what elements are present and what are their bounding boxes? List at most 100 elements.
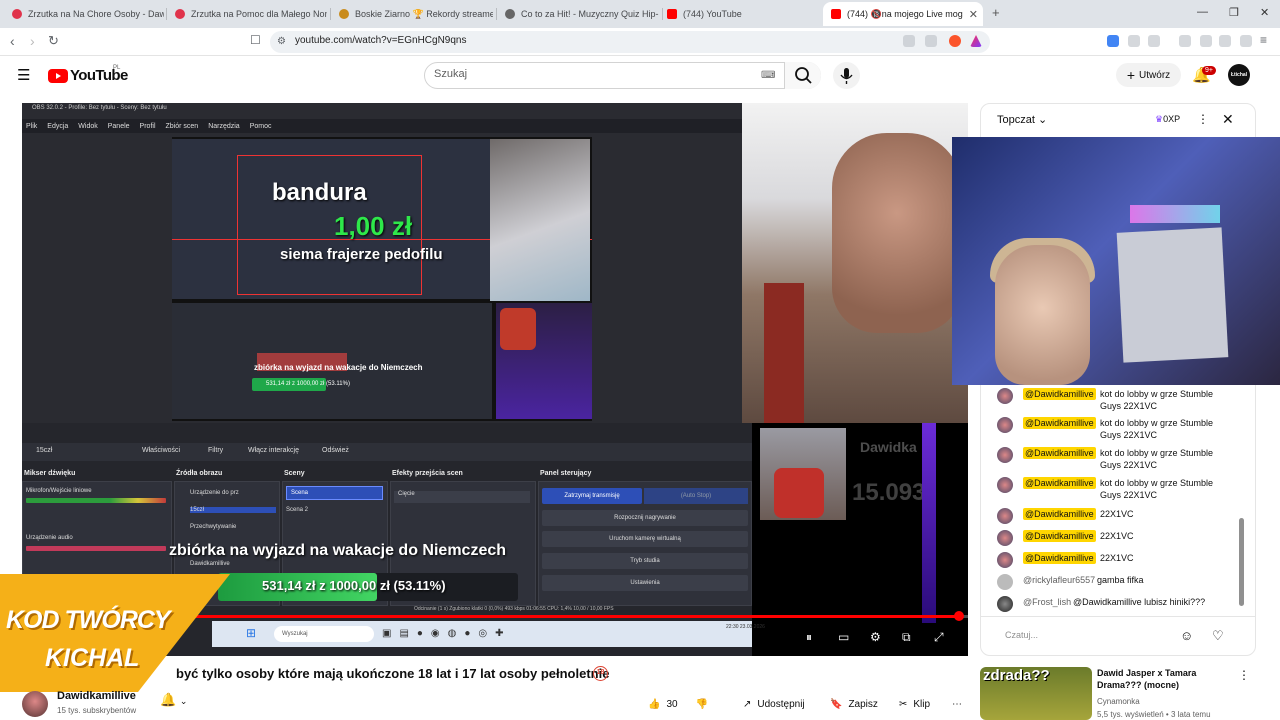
- chat-message: @Dawidkamillive kot do lobby w grze Stum…: [997, 388, 1237, 412]
- restore-icon[interactable]: ❐: [1229, 6, 1239, 19]
- chat-author[interactable]: @Dawidkamillive: [1023, 552, 1096, 564]
- subtitles-icon[interactable]: ▭: [838, 630, 849, 644]
- tab-title: Co to za Hit! - Muzyczny Quiz Hip-H: [521, 9, 659, 19]
- extensions-icon[interactable]: [1128, 35, 1140, 47]
- browser-tab[interactable]: Boskie Ziarno 🏆 Rekordy streamer: [331, 2, 493, 26]
- voice-search-button[interactable]: [833, 62, 860, 89]
- share-icon[interactable]: [925, 35, 937, 47]
- tab-favicon-icon: [339, 9, 349, 19]
- like-button[interactable]: 👍 30 👎: [638, 692, 728, 716]
- minimize-icon[interactable]: —: [1197, 6, 1208, 18]
- recommended-video-title[interactable]: Dawid Jasper x Tamara Drama??? (mocne): [1097, 667, 1227, 691]
- close-tab-icon[interactable]: ✕: [963, 8, 978, 21]
- install-app-icon[interactable]: [903, 35, 915, 47]
- subscription-bell-button[interactable]: 🔔 ⌄: [160, 692, 206, 714]
- forward-icon[interactable]: ›: [30, 33, 35, 49]
- chat-more-icon[interactable]: ⋮: [1197, 112, 1209, 126]
- miniplayer-icon[interactable]: ⧉: [902, 630, 911, 645]
- chat-scrollbar[interactable]: [1239, 518, 1244, 606]
- browser-tab-active[interactable]: (744) 🔞na mojego Live mog ✕: [823, 2, 983, 26]
- obs-menu-item: Edycja: [47, 122, 69, 130]
- seek-handle[interactable]: [954, 611, 964, 621]
- recommended-channel[interactable]: Cynamonka: [1097, 697, 1140, 706]
- emoji-icon[interactable]: ☺: [1180, 628, 1193, 643]
- pause-icon[interactable]: ⏸: [806, 630, 812, 645]
- chat-author[interactable]: @Frost_lish: [1023, 596, 1071, 608]
- source-name: 15czł: [36, 447, 53, 454]
- vpn-icon[interactable]: [1240, 35, 1252, 47]
- more-icon[interactable]: ⋮: [1238, 668, 1250, 682]
- channel-avatar[interactable]: [22, 691, 48, 717]
- chat-author[interactable]: @Dawidkamillive: [1023, 417, 1096, 429]
- reload-icon[interactable]: ↻: [48, 33, 59, 49]
- share-button[interactable]: ↗ Udostępnij: [733, 692, 815, 716]
- nested-webcam: [490, 139, 590, 301]
- properties-button: Właściwości: [142, 447, 181, 454]
- chat-author[interactable]: @Dawidkamillive: [1023, 477, 1096, 489]
- thumbs-down-icon[interactable]: 👎: [696, 699, 708, 710]
- chat-text: 22X1VC: [1100, 509, 1134, 519]
- heart-icon[interactable]: ♡: [1212, 628, 1224, 644]
- chat-xp-badge[interactable]: ♛0XP: [1155, 114, 1180, 125]
- sidebar-icon[interactable]: [1179, 35, 1191, 47]
- bookmark-icon[interactable]: ☐: [250, 33, 261, 47]
- donation-amount: 1,00 zł: [334, 211, 413, 241]
- url-text[interactable]: youtube.com/watch?v=EGnHCgN9qns: [295, 35, 466, 46]
- scene-item: Scena 2: [286, 507, 309, 513]
- browser-tab[interactable]: Co to za Hit! - Muzyczny Quiz Hip-H: [497, 2, 659, 26]
- chat-author[interactable]: @rickylafleur6557: [1023, 574, 1095, 586]
- creator-code-line2: KICHAL: [45, 644, 140, 672]
- dock-title: Mikser dźwięku: [24, 470, 76, 477]
- settings-gear-icon[interactable]: ⚙: [870, 630, 881, 644]
- browser-tab[interactable]: (744) YouTube: [659, 2, 821, 26]
- brave-shield-icon[interactable]: [949, 35, 961, 47]
- fullscreen-icon[interactable]: ⤢: [934, 630, 944, 645]
- more-actions-button[interactable]: ⋯: [944, 692, 970, 716]
- user-avatar[interactable]: Łtichal: [1228, 64, 1250, 86]
- leo-ai-icon[interactable]: [1219, 35, 1231, 47]
- translate-icon[interactable]: [1107, 35, 1119, 47]
- creator-code-line1: KOD TWÓRCY: [6, 606, 171, 634]
- chat-avatar: [997, 596, 1013, 612]
- new-tab-icon[interactable]: +: [992, 5, 1000, 20]
- create-button[interactable]: + Utwórz: [1116, 63, 1181, 87]
- browser-tab[interactable]: Zrzutka na Na Chore Osoby - Dawid: [4, 2, 164, 26]
- chat-author[interactable]: @Dawidkamillive: [1023, 530, 1096, 542]
- fundraiser-progress-text: 531,14 zł z 1000,00 zł (53.11%): [262, 578, 446, 593]
- chat-author[interactable]: @Dawidkamillive: [1023, 388, 1096, 400]
- chat-text: @Dawidkamillive lubisz hiniki???: [1073, 597, 1206, 607]
- site-info-icon[interactable]: ⚙: [277, 36, 286, 47]
- search-input[interactable]: Szukaj: [434, 68, 467, 80]
- browser-tab[interactable]: Zrzutka na Pomoc dla Małego Nonik: [167, 2, 327, 26]
- interact-button: Włącz interakcję: [248, 447, 299, 454]
- chat-text: gamba fifka: [1097, 575, 1144, 585]
- chat-avatar: [997, 574, 1013, 590]
- search-button[interactable]: [784, 62, 821, 89]
- scissors-icon: ✂: [899, 698, 908, 710]
- save-button[interactable]: 🔖 Zapisz: [820, 692, 888, 716]
- window-close-icon[interactable]: ✕: [1260, 6, 1269, 19]
- clip-button[interactable]: ✂ Klip: [889, 692, 940, 716]
- divider: [980, 616, 1256, 617]
- video-player[interactable]: OBS 32.0.2 - Profile: Bez tytułu - Sceny…: [22, 103, 968, 656]
- obs-status-bar: Odcinanie (1 s) Zgubiono klatki 0 (0,0%)…: [414, 606, 614, 612]
- hamburger-menu-icon[interactable]: ☰: [17, 66, 30, 84]
- chat-mode-selector[interactable]: Topczat ⌄: [997, 113, 1047, 126]
- chat-text: 22X1VC: [1100, 531, 1134, 541]
- wallet-icon[interactable]: [1200, 35, 1212, 47]
- back-icon[interactable]: ‹: [10, 33, 15, 49]
- chat-input[interactable]: Czatuj...: [1005, 630, 1038, 640]
- filters-button: Filtry: [208, 447, 224, 454]
- chat-author[interactable]: @Dawidkamillive: [1023, 508, 1096, 520]
- channel-name[interactable]: Dawidkamillive: [57, 690, 136, 702]
- youtube-logo-icon[interactable]: [48, 69, 68, 83]
- thumbnail-text: zdrada??: [983, 667, 1050, 684]
- chat-avatar: [997, 508, 1013, 524]
- menu-icon[interactable]: ≡: [1260, 33, 1267, 47]
- chat-avatar: [997, 417, 1013, 433]
- screenshot-icon[interactable]: [1148, 35, 1160, 47]
- nested-progress-text: 531,14 zł z 1000,00 zł (53.11%): [266, 381, 350, 387]
- chat-author[interactable]: @Dawidkamillive: [1023, 447, 1096, 459]
- chat-close-icon[interactable]: ✕: [1222, 111, 1234, 128]
- keyboard-icon[interactable]: ⌨: [761, 70, 775, 81]
